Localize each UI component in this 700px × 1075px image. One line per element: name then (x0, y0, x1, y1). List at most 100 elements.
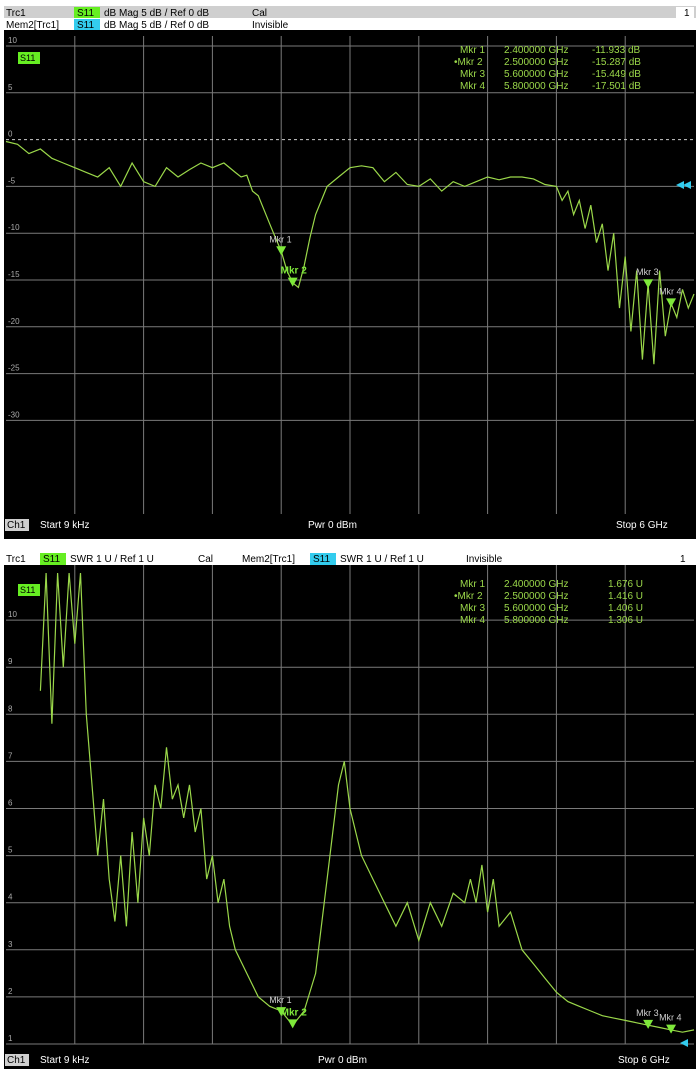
ref-level-arrow-icon[interactable] (683, 181, 691, 189)
mkr-row-value: 1.676 U (608, 579, 643, 590)
s11-swr-chart: 10 9 8 7 6 5 4 3 2 1 Mkr 1 Mkr 2 Mkr 3 Mkr 4 Trc1 S1… (4, 551, 696, 1069)
trace-badge[interactable]: S11 (43, 554, 60, 565)
trace-badge[interactable]: S11 (77, 8, 94, 19)
y-tick-label: -20 (8, 317, 20, 326)
mem-label[interactable]: Mem2[Trc1] (242, 554, 295, 565)
marker-triangle-icon[interactable] (276, 246, 287, 256)
s11-dbmag-chart: 10 5 0 -5 -10 -15 -20 -25 -30 Mkr 1 Mkr 2 Mkr 3 Mkr… (4, 6, 696, 539)
grid (6, 36, 694, 514)
y-axis-ticks: 10 9 8 7 6 5 4 3 2 1 (8, 610, 17, 1043)
trace-state: Cal (252, 8, 267, 19)
mkr-row-name: Mkr 3 (460, 69, 485, 80)
marker-label[interactable]: Mkr 1 (269, 234, 292, 244)
y-tick-label: 10 (8, 36, 17, 45)
mkr-row-name: •Mkr 2 (454, 591, 483, 602)
marker-info-table: Mkr 1 2.400000 GHz -11.933 dB •Mkr 2 2.5… (454, 45, 641, 92)
y-tick-label: 0 (8, 130, 13, 139)
mem-format[interactable]: dB Mag 5 dB / Ref 0 dB (104, 20, 209, 31)
grid (6, 563, 694, 1045)
y-tick-label: 1 (8, 1034, 13, 1043)
mem-state: Invisible (466, 554, 503, 565)
mkr-row-value: 1.306 U (608, 615, 643, 626)
ref-level-arrow-icon[interactable] (676, 181, 684, 189)
mkr-row-freq: 2.400000 GHz (504, 45, 569, 56)
marker-triangle-icon[interactable] (666, 298, 677, 308)
mkr-row-value: 1.406 U (608, 603, 643, 614)
mem-label[interactable]: Mem2[Trc1] (6, 20, 59, 31)
marker-label[interactable]: Mkr 3 (636, 267, 659, 277)
stop-frequency[interactable]: Stop 6 GHz (616, 520, 668, 531)
mkr-row-freq: 2.500000 GHz (504, 57, 569, 68)
marker-triangle-icon[interactable] (287, 1019, 298, 1029)
y-tick-label: 7 (8, 751, 13, 760)
y-tick-label: -25 (8, 364, 20, 373)
mem-format[interactable]: SWR 1 U / Ref 1 U (340, 554, 424, 565)
mkr-row-freq: 5.600000 GHz (504, 603, 569, 614)
marker-label[interactable]: Mkr 4 (659, 286, 682, 296)
mem-state: Invisible (252, 20, 289, 31)
y-tick-label: 6 (8, 799, 13, 808)
start-frequency[interactable]: Start 9 kHz (40, 1055, 89, 1066)
mkr-row-name: Mkr 3 (460, 603, 485, 614)
trace-line (39, 572, 695, 1033)
mkr-row-name: •Mkr 2 (454, 57, 483, 68)
mkr-row-freq: 2.400000 GHz (504, 579, 569, 590)
markers: Mkr 1 Mkr 2 Mkr 3Mkr 4 (269, 995, 682, 1034)
power-level[interactable]: Pwr 0 dBm (318, 1055, 367, 1066)
marker-info-table: Mkr 1 2.400000 GHz 1.676 U •Mkr 2 2.5000… (454, 579, 643, 626)
trace-format[interactable]: dB Mag 5 dB / Ref 0 dB (104, 8, 209, 19)
mkr-row-freq: 5.600000 GHz (504, 69, 569, 80)
trace-header: Trc1 S11 dB Mag 5 dB / Ref 0 dB Cal Mem2… (4, 6, 696, 31)
y-axis-ticks: 10 5 0 -5 -10 -15 -20 -25 -30 (8, 36, 20, 419)
marker-label[interactable]: Mkr 3 (636, 1008, 659, 1018)
y-tick-label: -5 (8, 176, 16, 185)
mem-badge[interactable]: S11 (313, 554, 330, 565)
channel-label[interactable]: Ch1 (7, 1055, 26, 1066)
y-tick-label: 5 (8, 846, 13, 855)
y-tick-label: 4 (8, 893, 13, 902)
mkr-row-name: Mkr 4 (460, 615, 485, 626)
channel-footer: Ch1 Start 9 kHz Pwr 0 dBm Stop 6 GHz (5, 1054, 670, 1066)
mkr-row-value: -15.449 dB (592, 69, 641, 80)
trace-header: Trc1 S11 SWR 1 U / Ref 1 U Cal Mem2[Trc1… (4, 551, 696, 565)
mkr-row-freq: 5.800000 GHz (504, 81, 569, 92)
mkr-row-freq: 5.800000 GHz (504, 615, 569, 626)
marker-triangle-icon[interactable] (643, 279, 654, 289)
trace-format[interactable]: SWR 1 U / Ref 1 U (70, 554, 154, 565)
mkr-row-value: -17.501 dB (592, 81, 641, 92)
stop-frequency[interactable]: Stop 6 GHz (618, 1055, 670, 1066)
mkr-row-name: Mkr 4 (460, 81, 485, 92)
ref-level-arrow-icon[interactable] (680, 1039, 688, 1047)
y-tick-label: 2 (8, 987, 13, 996)
y-tick-label: 10 (8, 610, 17, 619)
trace-label[interactable]: Trc1 (6, 8, 26, 19)
in-plot-trace-label: S11 (20, 53, 35, 63)
channel-footer: Ch1 Start 9 kHz Pwr 0 dBm Stop 6 GHz (5, 519, 668, 531)
mkr-row-value: -15.287 dB (592, 57, 641, 68)
mkr-row-value: -11.933 dB (592, 45, 641, 56)
mkr-row-name: Mkr 1 (460, 45, 485, 56)
marker-label[interactable]: Mkr 1 (269, 995, 292, 1005)
in-plot-trace-label: S11 (20, 585, 35, 595)
y-tick-label: -15 (8, 270, 20, 279)
y-tick-label: -30 (8, 410, 20, 419)
marker-label[interactable]: Mkr 2 (281, 266, 308, 277)
window-number[interactable]: 1 (680, 554, 686, 565)
trace (39, 572, 695, 1033)
window-number[interactable]: 1 (684, 8, 690, 19)
y-tick-label: 9 (8, 657, 13, 666)
s11-dbmag-plot: 1050-5-10-15-20-25-30 Mkr 1Mkr 2 Mkr 3Mkr… (4, 6, 696, 531)
y-tick-label: -10 (8, 223, 20, 232)
y-tick-label: 5 (8, 83, 13, 92)
y-tick-label: 8 (8, 704, 13, 713)
trace-label[interactable]: Trc1 (6, 554, 26, 565)
start-frequency[interactable]: Start 9 kHz (40, 520, 89, 531)
channel-label[interactable]: Ch1 (7, 520, 26, 531)
mem-badge[interactable]: S11 (77, 20, 94, 31)
marker-label[interactable]: Mkr 2 (281, 1007, 308, 1018)
markers: Mkr 1 Mkr 2 Mkr 3Mkr 4 (269, 234, 682, 308)
power-level[interactable]: Pwr 0 dBm (308, 520, 357, 531)
mkr-row-name: Mkr 1 (460, 579, 485, 590)
marker-label[interactable]: Mkr 4 (659, 1013, 682, 1023)
trace-state: Cal (198, 554, 213, 565)
